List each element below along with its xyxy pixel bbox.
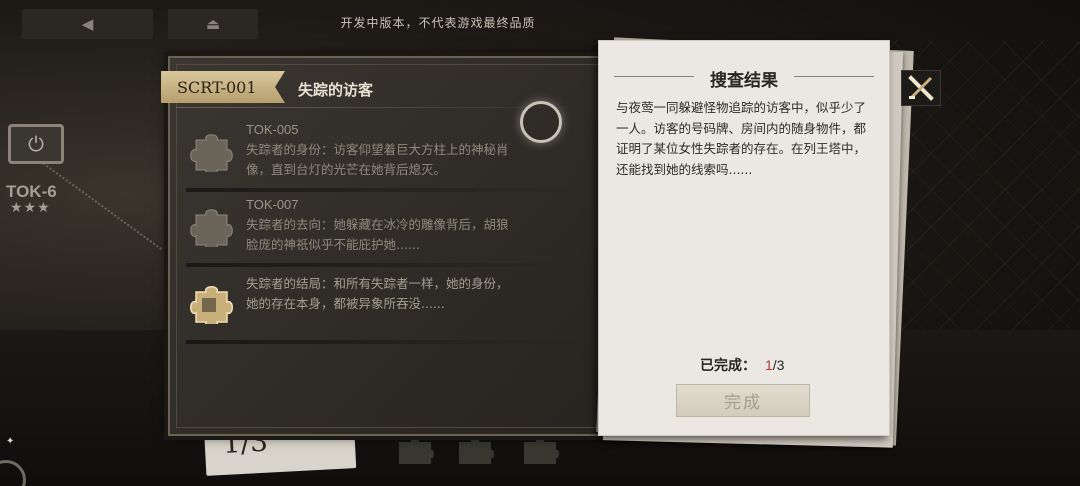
- dev-version-notice: 开发中版本，不代表游戏最终品质: [340, 16, 536, 30]
- puzzle-piece-icon: [459, 439, 494, 464]
- close-button[interactable]: [901, 70, 941, 106]
- clue-item[interactable]: 失踪者的结局：和所有失踪者一样，她的身份，她的存在本身，都被异象所吞没.....…: [186, 272, 586, 344]
- progress-total: /3: [772, 357, 785, 373]
- map-node-stars: ★★★: [10, 200, 51, 216]
- sparkle-icon: ✦: [6, 436, 15, 447]
- complete-button[interactable]: 完成: [676, 384, 810, 417]
- puzzle-piece-icon: [190, 134, 233, 172]
- case-title: 失踪的访客: [298, 81, 374, 99]
- progress-count: 1/3: [765, 357, 784, 373]
- case-code-tag: SCRT-001: [161, 71, 285, 103]
- clue-text: 失踪者的结局：和所有失踪者一样，她的身份，她的存在本身，都被异象所吞没.....…: [246, 276, 509, 311]
- clue-text: 失踪者的去向：她躲藏在冰冷的雕像背后，胡狼脸庞的神祇似乎不能庇护她......: [246, 217, 509, 252]
- clue-id: TOK-005: [246, 122, 299, 137]
- puzzle-piece-gold-icon: [190, 286, 233, 324]
- puzzle-piece-icon: [524, 439, 559, 464]
- clue-id: TOK-007: [246, 197, 299, 212]
- map-node-label: TOK-6: [6, 182, 57, 201]
- result-description: 与夜莺一同躲避怪物追踪的访客中，似乎少了一人。访客的号码牌、房间内的随身物件，都…: [616, 100, 867, 177]
- tv-node-icon[interactable]: ⏻: [8, 124, 64, 164]
- progress-current: 1: [765, 357, 773, 373]
- result-title: 搜查结果: [710, 71, 778, 91]
- clue-item[interactable]: TOK-007 失踪者的去向：她躲藏在冰冷的雕像背后，胡狼脸庞的神祇似乎不能庇护…: [186, 195, 586, 267]
- progress-label: 已完成：: [700, 358, 756, 374]
- puzzle-piece-icon: [190, 209, 233, 247]
- puzzle-piece-icon: [399, 439, 434, 464]
- clue-text: 失踪者的身份：访客仰望着巨大方柱上的神秘肖像，直到台灯的光芒在她背后熄灭。: [246, 142, 509, 177]
- clue-item[interactable]: TOK-005 失踪者的身份：访客仰望着巨大方柱上的神秘肖像，直到台灯的光芒在她…: [186, 120, 586, 192]
- close-x-icon: [908, 75, 934, 101]
